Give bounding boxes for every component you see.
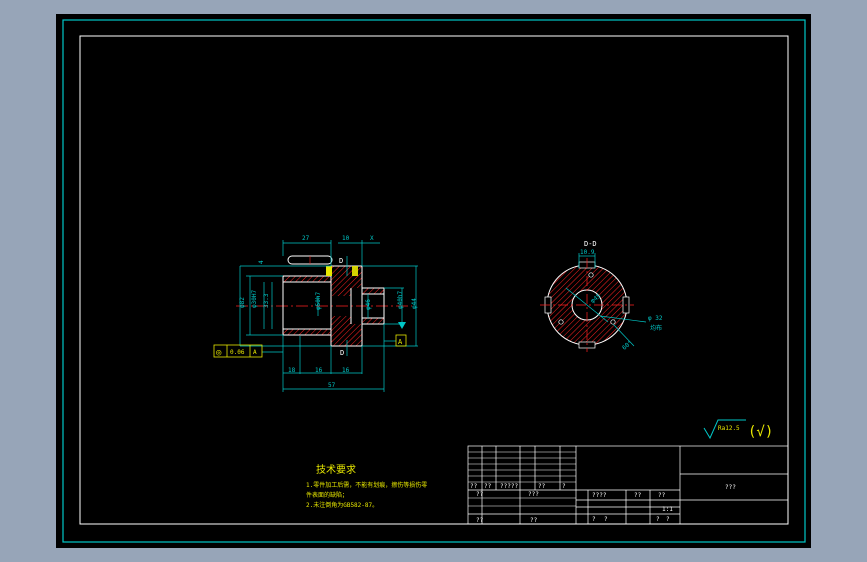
dim-top-a: 27: [302, 235, 310, 242]
title-block-name: ???: [725, 484, 736, 491]
dim-diam-shaft: φ46: [365, 299, 372, 310]
notes-line-3: 2.未注倒角为GB582-87。: [306, 501, 378, 509]
tb-row3-right-3: ?: [666, 516, 670, 523]
tb-row3-right-0: ?: [592, 516, 596, 523]
dim-top-b: 10: [342, 235, 350, 242]
dim-diam-right-1: φ40h7: [397, 291, 404, 309]
concentricity-icon: ◎: [216, 348, 222, 358]
dim-diam-bore: φ30H7: [251, 290, 258, 308]
tb-row2-1: ???: [528, 491, 539, 498]
hatch-right-top: [362, 288, 384, 294]
tb-row1-1: ??: [484, 483, 492, 490]
dim-bottom-a: 18: [288, 367, 296, 374]
tolerance-value: 0.06: [230, 349, 245, 356]
notes-line-1: 1.零件加工后需，不能有划痕，擦伤等损伤零: [306, 481, 427, 489]
notes-line-2: 件表面的缺陷；: [306, 491, 348, 499]
drawing-canvas: [56, 14, 811, 548]
notes-title: 技术要求: [316, 463, 356, 476]
hatch-right-bottom: [362, 318, 384, 324]
tolerance-datum: A: [253, 349, 257, 356]
dim-bottom-c: 16: [342, 367, 350, 374]
tb-row3-right-2: ?: [656, 516, 660, 523]
dim-bottom-b: 16: [315, 367, 323, 374]
dim-diam-mid: φ50h7: [315, 292, 322, 310]
tb-row2-right-1: ??: [634, 492, 642, 499]
end-dim-pcd-note: 均布: [650, 324, 662, 332]
end-dim-pcd: φ 32: [648, 315, 663, 322]
tb-row1-4: ?: [562, 483, 566, 490]
dim-left-4: 4: [258, 260, 265, 264]
roughness-value: Ra12.5: [718, 425, 740, 432]
hatch-left-top: [283, 276, 331, 282]
tb-row2-0: ??: [476, 491, 484, 498]
dim-top-x: X: [370, 235, 374, 242]
tb-row3-1: ??: [530, 517, 538, 524]
section-mark-bottom: D: [340, 349, 344, 357]
tb-row3-right-1: ?: [604, 516, 608, 523]
roughness-paren: (√): [748, 424, 773, 440]
dim-diam-key: 33.3: [263, 293, 270, 308]
hatch-left-bottom: [283, 329, 331, 335]
end-view-title: D-D: [584, 240, 597, 248]
section-mark-top: D: [339, 257, 343, 265]
tb-scale: 1:1: [662, 506, 673, 513]
tb-row1-2: ?????: [500, 483, 518, 490]
dim-total: 57: [328, 382, 336, 389]
tb-row1-3: ??: [538, 483, 546, 490]
tb-row2-right-0: ????: [592, 492, 607, 499]
dim-diam-outer: φ82: [239, 297, 246, 308]
dim-diam-right-2: φ44: [411, 298, 418, 309]
tb-row1-0: ??: [470, 483, 478, 490]
tb-row2-right-2: ??: [658, 492, 666, 499]
end-dim-top: 10.9: [580, 249, 595, 256]
tb-row3-0: ??: [476, 517, 484, 524]
